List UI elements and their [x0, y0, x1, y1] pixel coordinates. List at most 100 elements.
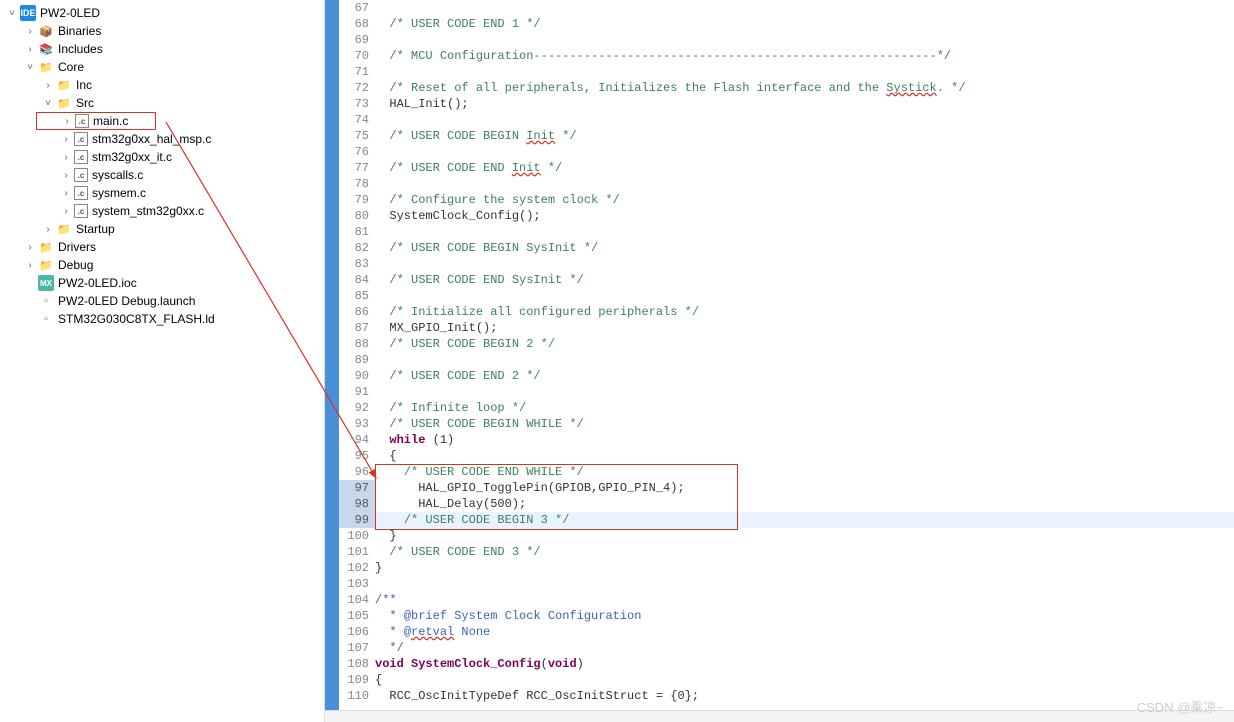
line-number: 89 — [339, 352, 375, 368]
line-number: 79 — [339, 192, 375, 208]
code-line[interactable]: /* USER CODE END 2 */ — [375, 368, 1234, 384]
line-number: 98 — [339, 496, 375, 512]
expand-arrow-icon[interactable]: ˅ — [22, 62, 38, 73]
code-line[interactable]: HAL_Delay(500); — [375, 496, 1234, 512]
code-editor[interactable]: 6768697071727374757677787980818283848586… — [325, 0, 1234, 722]
code-line[interactable] — [375, 224, 1234, 240]
code-line[interactable]: /* USER CODE BEGIN Init */ — [375, 128, 1234, 144]
code-line[interactable] — [375, 256, 1234, 272]
tree-item-src[interactable]: ˅📁Src — [0, 94, 324, 112]
tree-item-pw2-0led-ioc[interactable]: MXPW2-0LED.ioc — [0, 274, 324, 292]
line-number: 100 — [339, 528, 375, 544]
expand-arrow-icon[interactable]: › — [22, 242, 38, 253]
tree-label: main.c — [93, 114, 128, 128]
expand-arrow-icon[interactable]: › — [22, 260, 38, 271]
tree-item-inc[interactable]: ›📁Inc — [0, 76, 324, 94]
code-line[interactable]: /* Initialize all configured peripherals… — [375, 304, 1234, 320]
code-line[interactable] — [375, 144, 1234, 160]
code-line[interactable] — [375, 0, 1234, 16]
expand-arrow-icon[interactable]: › — [40, 224, 56, 235]
code-line[interactable] — [375, 112, 1234, 128]
code-line[interactable]: /** — [375, 592, 1234, 608]
horizontal-scrollbar[interactable] — [325, 710, 1234, 722]
line-number: 68 — [339, 16, 375, 32]
line-number: 84 — [339, 272, 375, 288]
tree-item-pw2-0led-debug-launch[interactable]: ▫PW2-0LED Debug.launch — [0, 292, 324, 310]
tree-item-syscalls-c[interactable]: ›.csyscalls.c — [0, 166, 324, 184]
code-line[interactable] — [375, 288, 1234, 304]
code-line[interactable]: /* USER CODE END 1 */ — [375, 16, 1234, 32]
tree-item-pw2-0led[interactable]: ˅IDEPW2-0LED — [0, 4, 324, 22]
expand-arrow-icon[interactable]: › — [40, 80, 56, 91]
c-file-icon: .c — [75, 114, 89, 128]
expand-arrow-icon[interactable]: › — [22, 44, 38, 55]
tree-item-includes[interactable]: ›📚Includes — [0, 40, 324, 58]
code-line[interactable] — [375, 176, 1234, 192]
code-line[interactable]: /* Reset of all peripherals, Initializes… — [375, 80, 1234, 96]
code-line[interactable]: */ — [375, 640, 1234, 656]
code-line[interactable]: void SystemClock_Config(void) — [375, 656, 1234, 672]
code-line[interactable]: /* Infinite loop */ — [375, 400, 1234, 416]
line-number: 110 — [339, 688, 375, 704]
code-line[interactable]: /* USER CODE END WHILE */ — [375, 464, 1234, 480]
code-line[interactable] — [375, 384, 1234, 400]
code-content[interactable]: /* USER CODE END 1 */ /* MCU Configurati… — [375, 0, 1234, 722]
code-line[interactable]: /* USER CODE END 3 */ — [375, 544, 1234, 560]
code-line[interactable]: /* MCU Configuration--------------------… — [375, 48, 1234, 64]
line-number: 85 — [339, 288, 375, 304]
line-number: 83 — [339, 256, 375, 272]
code-line[interactable] — [375, 352, 1234, 368]
code-line[interactable]: /* USER CODE BEGIN WHILE */ — [375, 416, 1234, 432]
code-line[interactable]: RCC_OscInitTypeDef RCC_OscInitStruct = {… — [375, 688, 1234, 704]
tree-item-system-stm32g0xx-c[interactable]: ›.csystem_stm32g0xx.c — [0, 202, 324, 220]
line-number: 94 — [339, 432, 375, 448]
tree-label: STM32G030C8TX_FLASH.ld — [58, 312, 215, 326]
code-line[interactable]: } — [375, 560, 1234, 576]
code-line[interactable]: while (1) — [375, 432, 1234, 448]
code-line[interactable]: MX_GPIO_Init(); — [375, 320, 1234, 336]
expand-arrow-icon[interactable]: › — [22, 26, 38, 37]
project-explorer[interactable]: ˅IDEPW2-0LED›📦Binaries›📚Includes˅📁Core›📁… — [0, 0, 325, 722]
expand-arrow-icon[interactable]: › — [59, 116, 75, 127]
expand-arrow-icon[interactable]: › — [58, 206, 74, 217]
code-line[interactable]: } — [375, 528, 1234, 544]
code-line[interactable]: HAL_Init(); — [375, 96, 1234, 112]
tree-item-stm32g0xx-it-c[interactable]: ›.cstm32g0xx_it.c — [0, 148, 324, 166]
code-line[interactable]: * @brief System Clock Configuration — [375, 608, 1234, 624]
tree-item-binaries[interactable]: ›📦 Binaries — [0, 22, 324, 40]
line-number: 77 — [339, 160, 375, 176]
tree-label: Binaries — [58, 24, 101, 38]
expand-arrow-icon[interactable]: › — [58, 188, 74, 199]
code-line[interactable]: /* USER CODE BEGIN 2 */ — [375, 336, 1234, 352]
code-line[interactable] — [375, 32, 1234, 48]
tree-item-debug[interactable]: ›📁Debug — [0, 256, 324, 274]
tree-item-drivers[interactable]: ›📁Drivers — [0, 238, 324, 256]
code-line[interactable]: HAL_GPIO_TogglePin(GPIOB,GPIO_PIN_4); — [375, 480, 1234, 496]
code-line[interactable]: /* USER CODE END Init */ — [375, 160, 1234, 176]
line-number: 88 — [339, 336, 375, 352]
expand-arrow-icon[interactable]: ˅ — [40, 98, 56, 109]
binaries-icon: 📦 — [38, 23, 54, 39]
tree-item-main-c[interactable]: ›.c main.c — [36, 112, 156, 130]
expand-arrow-icon[interactable]: ˅ — [4, 8, 20, 19]
tree-item-core[interactable]: ˅📁Core — [0, 58, 324, 76]
expand-arrow-icon[interactable]: › — [58, 170, 74, 181]
tree-item-startup[interactable]: ›📁Startup — [0, 220, 324, 238]
code-line[interactable]: /* Configure the system clock */ — [375, 192, 1234, 208]
expand-arrow-icon[interactable]: › — [58, 134, 74, 145]
code-line[interactable]: { — [375, 448, 1234, 464]
code-line[interactable]: /* USER CODE END SysInit */ — [375, 272, 1234, 288]
code-line[interactable] — [375, 64, 1234, 80]
tree-item-stm32g030c8tx-flash-ld[interactable]: ▫STM32G030C8TX_FLASH.ld — [0, 310, 324, 328]
tree-item-sysmem-c[interactable]: ›.csysmem.c — [0, 184, 324, 202]
expand-arrow-icon[interactable]: › — [58, 152, 74, 163]
code-line[interactable]: /* USER CODE BEGIN SysInit */ — [375, 240, 1234, 256]
code-line[interactable]: * @retval None — [375, 624, 1234, 640]
tree-label: stm32g0xx_it.c — [92, 150, 172, 164]
code-line[interactable]: { — [375, 672, 1234, 688]
tree-item-stm32g0xx-hal-msp-c[interactable]: ›.cstm32g0xx_hal_msp.c — [0, 130, 324, 148]
code-line[interactable] — [375, 576, 1234, 592]
code-line[interactable]: SystemClock_Config(); — [375, 208, 1234, 224]
line-number: 103 — [339, 576, 375, 592]
code-line[interactable]: /* USER CODE BEGIN 3 */ — [375, 512, 1234, 528]
